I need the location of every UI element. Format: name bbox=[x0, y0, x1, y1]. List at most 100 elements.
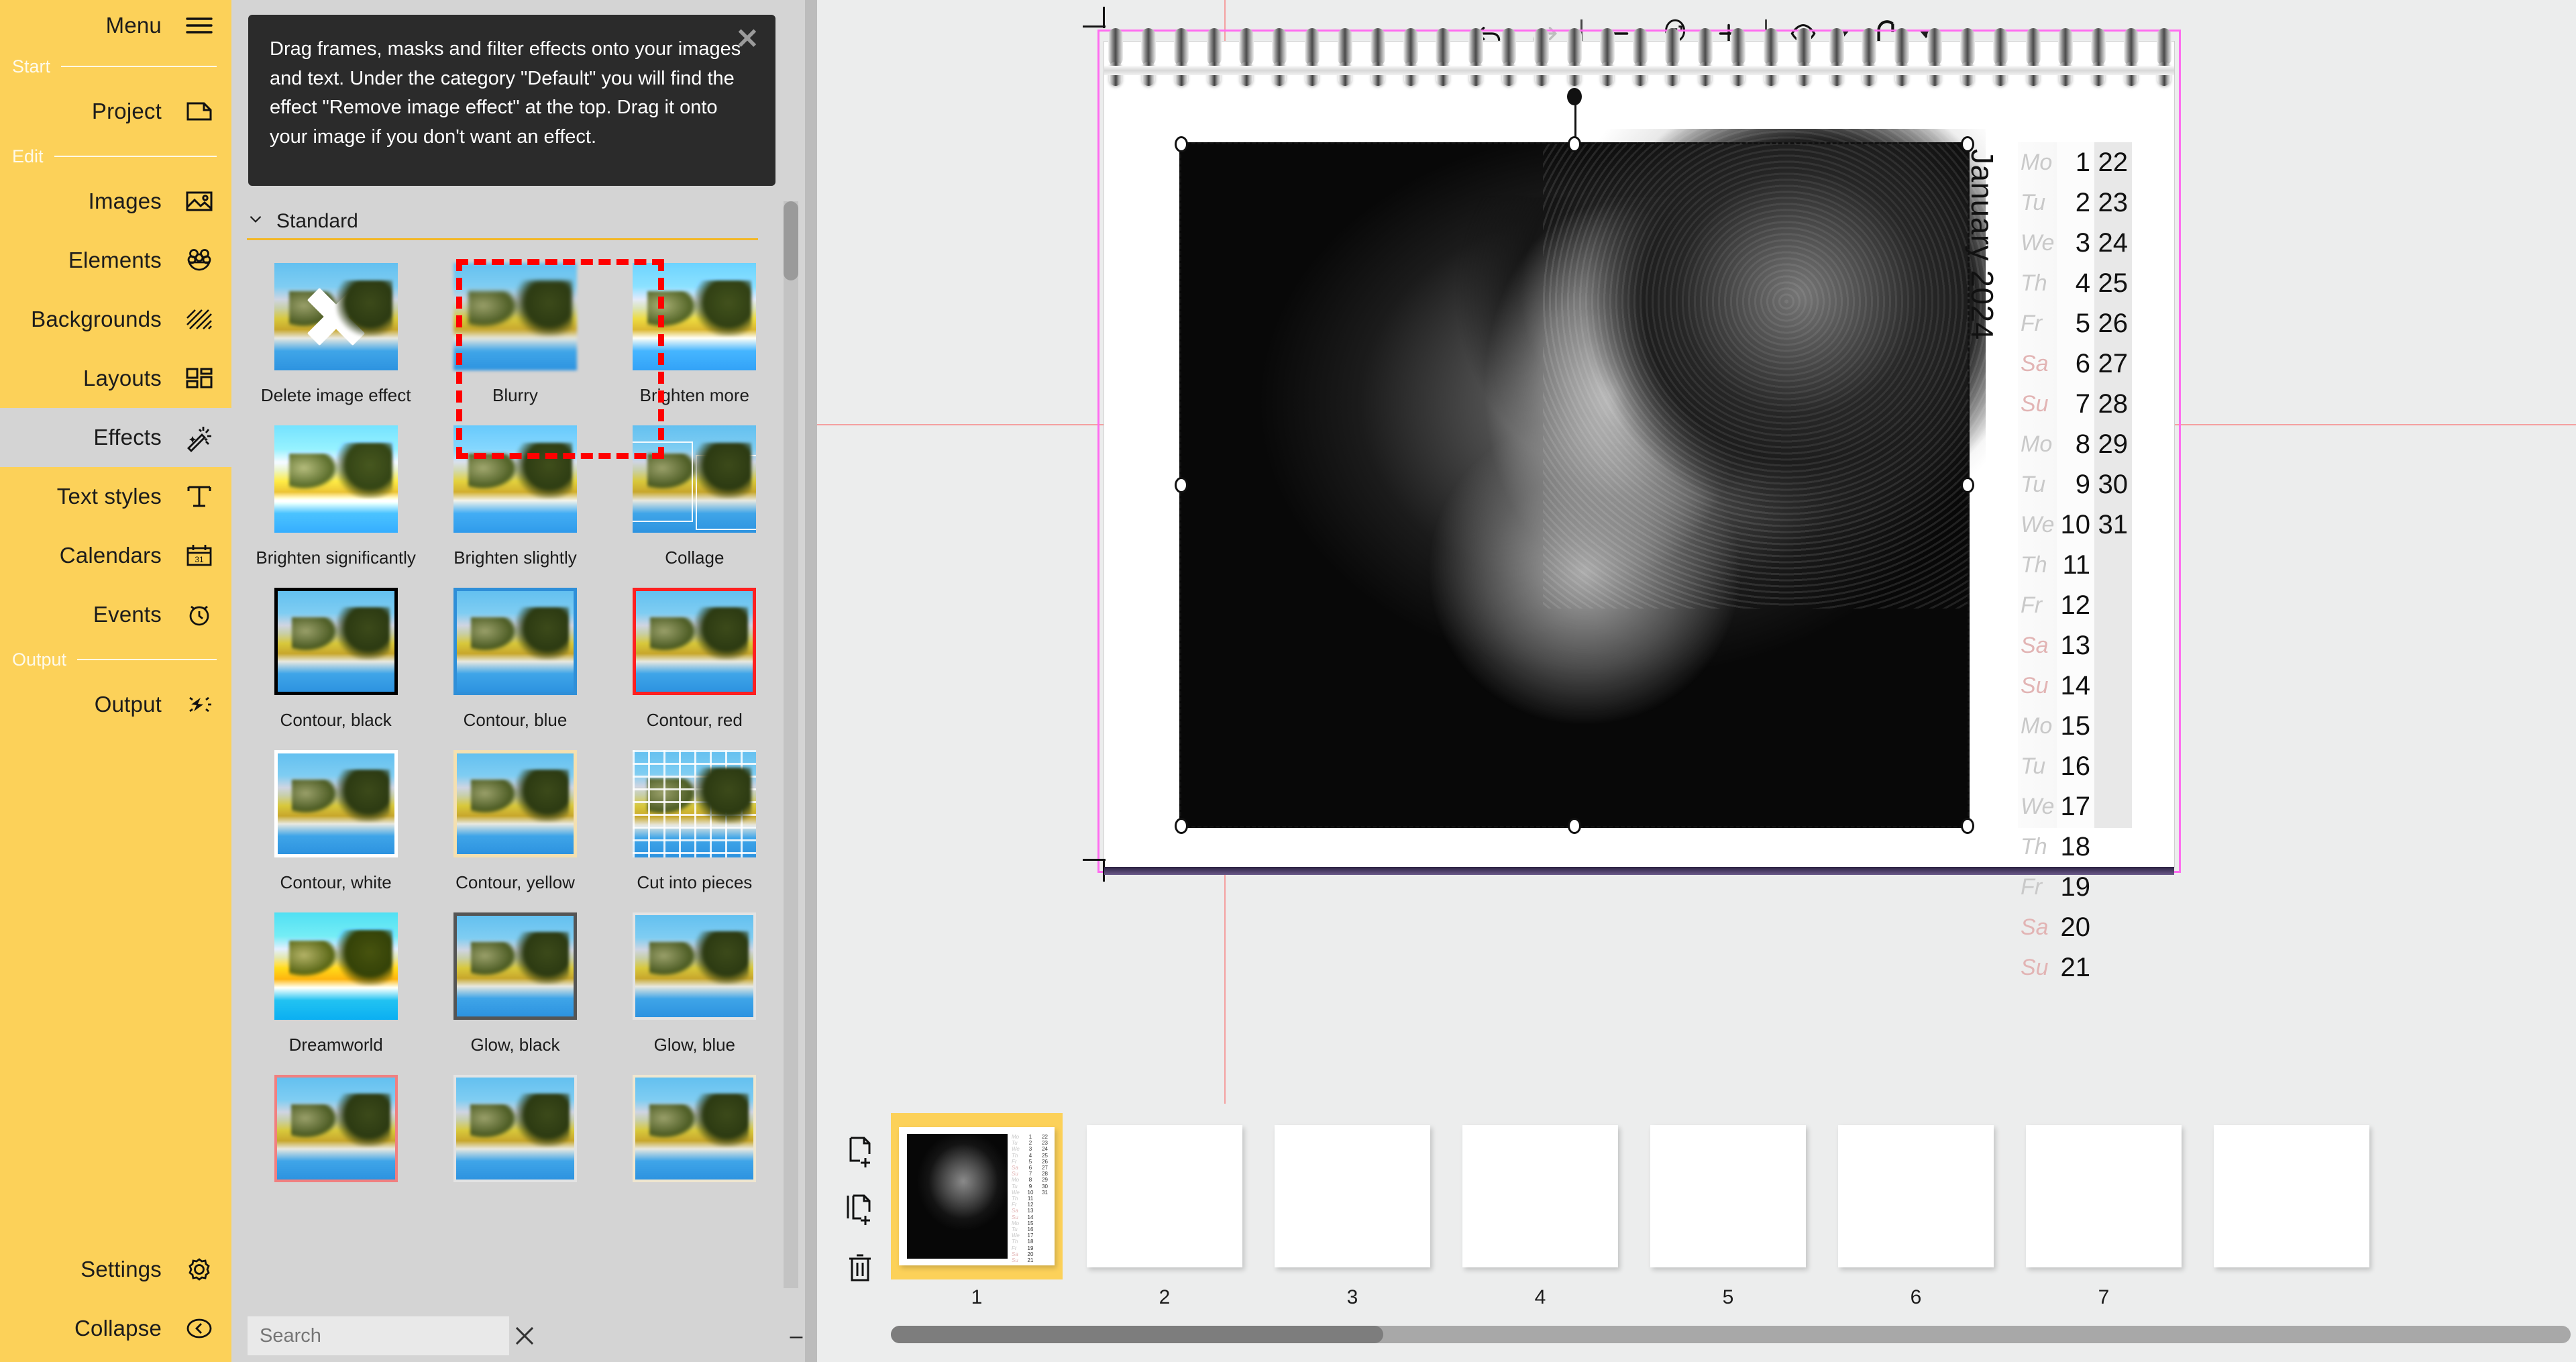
page-thumb-4[interactable]: 4 bbox=[1454, 1113, 1626, 1314]
sidebar-item-calendars[interactable]: Calendars 31 bbox=[0, 526, 231, 585]
flower-icon bbox=[182, 243, 217, 278]
canvas-area: January 2024 MoTuWeThFrSaSuMoTuWeThFrSaS… bbox=[817, 0, 2576, 1104]
calendar-day: 6 bbox=[2057, 344, 2094, 384]
effect-item-blurry[interactable]: Blurry bbox=[429, 260, 600, 423]
calendar-weekday: Th bbox=[2018, 545, 2057, 585]
effect-item-contour-yellow[interactable]: Contour, yellow bbox=[429, 747, 600, 910]
effects-scrollbar-thumb[interactable] bbox=[784, 201, 798, 280]
calendar-page-canvas[interactable]: January 2024 MoTuWeThFrSaSuMoTuWeThFrSaS… bbox=[1104, 42, 2174, 417]
effect-item-brighten-slightly[interactable]: Brighten slightly bbox=[429, 423, 600, 585]
resize-handle-top-center[interactable] bbox=[1568, 136, 1581, 152]
sidebar-item-events[interactable]: Events bbox=[0, 585, 231, 644]
effect-item-brighten-more[interactable]: Brighten more bbox=[609, 260, 780, 423]
effect-item-row6-b[interactable] bbox=[429, 1072, 600, 1235]
sidebar-item-output[interactable]: Output bbox=[0, 675, 231, 734]
page-mini-photo bbox=[907, 1134, 1008, 1259]
page-frame bbox=[1454, 1113, 1626, 1279]
resize-handle-top-left[interactable] bbox=[1175, 136, 1188, 152]
text-style-icon bbox=[182, 479, 217, 514]
effect-item-cut-into-pieces[interactable]: Cut into pieces bbox=[609, 747, 780, 910]
resize-handle-bottom-center[interactable] bbox=[1568, 818, 1581, 834]
page-thumb-5[interactable]: 5 bbox=[1642, 1113, 1814, 1314]
page-thumb-8[interactable] bbox=[2206, 1113, 2377, 1314]
effect-item-row6-a[interactable] bbox=[250, 1072, 421, 1235]
calendar-block[interactable]: January 2024 MoTuWeThFrSaSuMoTuWeThFrSaS… bbox=[1971, 142, 2132, 828]
effect-item-glow-blue[interactable]: Glow, blue bbox=[609, 910, 780, 1072]
effect-item-contour-black[interactable]: Contour, black bbox=[250, 585, 421, 747]
effect-item-glow-black[interactable]: Glow, black bbox=[429, 910, 600, 1072]
effect-item-collage[interactable]: Collage bbox=[609, 423, 780, 585]
calendar-day: 18 bbox=[2057, 827, 2094, 867]
page-plus-icon[interactable] bbox=[836, 1124, 884, 1182]
calendar-day: 5 bbox=[2057, 303, 2094, 344]
close-icon[interactable]: ✕ bbox=[734, 27, 761, 54]
sidebar-item-images[interactable]: Images bbox=[0, 172, 231, 231]
effect-thumbnail bbox=[274, 588, 398, 695]
sidebar-item-collapse[interactable]: Collapse bbox=[0, 1299, 231, 1358]
search-field-container[interactable] bbox=[248, 1316, 509, 1355]
effect-thumbnail bbox=[274, 912, 398, 1020]
panel-divider[interactable]: ‹ bbox=[805, 0, 817, 1362]
page-thumb-6[interactable]: 6 bbox=[1830, 1113, 2002, 1314]
effect-item-dreamworld[interactable]: Dreamworld bbox=[250, 910, 421, 1072]
page-thumb-1[interactable]: Mo122Tu223We324Th425Fr526Sa627Su728Mo829… bbox=[891, 1113, 1063, 1314]
calendar-weekday: Su bbox=[2018, 384, 2057, 424]
sidebar-item-elements[interactable]: Elements bbox=[0, 231, 231, 290]
effect-thumbnail bbox=[453, 588, 577, 695]
page-thumb-3[interactable]: 3 bbox=[1267, 1113, 1438, 1314]
calendar-day: 22 bbox=[2094, 142, 2132, 182]
effect-item-delete-image-effect[interactable]: Delete image effect bbox=[250, 260, 421, 423]
crop-mark-top-left bbox=[1083, 25, 1106, 28]
sidebar-item-settings[interactable]: Settings bbox=[0, 1240, 231, 1299]
sidebar-item-project[interactable]: Project bbox=[0, 82, 231, 141]
page-copy-plus-icon[interactable] bbox=[836, 1182, 884, 1239]
page-thumb-7[interactable]: 7 bbox=[2018, 1113, 2190, 1314]
calendar-day: 13 bbox=[2057, 625, 2094, 666]
collage-tile bbox=[633, 441, 693, 522]
delete-x-icon bbox=[304, 284, 368, 349]
calendar-day: 8 bbox=[2057, 424, 2094, 464]
mini-calendar-row: Fr12 bbox=[1012, 1202, 1048, 1208]
sidebar-item-layouts[interactable]: Layouts bbox=[0, 349, 231, 408]
calendar-day: 20 bbox=[2057, 907, 2094, 947]
effect-item-contour-white[interactable]: Contour, white bbox=[250, 747, 421, 910]
resize-handle-bottom-left[interactable] bbox=[1175, 818, 1188, 834]
effects-scrollbar-track[interactable] bbox=[784, 201, 798, 1288]
page-thumb-2[interactable]: 2 bbox=[1079, 1113, 1250, 1314]
effect-item-contour-red[interactable]: Contour, red bbox=[609, 585, 780, 747]
page-thumbnail-strip: Mo122Tu223We324Th425Fr526Sa627Su728Mo829… bbox=[817, 1104, 2576, 1362]
mini-calendar-row: Su14 bbox=[1012, 1214, 1048, 1220]
calendar-day bbox=[2094, 585, 2132, 625]
page-bottom-edge bbox=[1104, 867, 2174, 875]
clear-x-icon[interactable] bbox=[513, 1324, 537, 1348]
effect-item-row6-c[interactable] bbox=[609, 1072, 780, 1235]
resize-handle-mid-left[interactable] bbox=[1175, 477, 1188, 493]
page-tools bbox=[836, 1124, 884, 1297]
sidebar-item-backgrounds[interactable]: Backgrounds bbox=[0, 290, 231, 349]
effect-thumbnail bbox=[453, 1075, 577, 1182]
minus-icon[interactable]: – bbox=[788, 1323, 804, 1349]
mini-calendar-row: Th18 bbox=[1012, 1239, 1048, 1245]
page-number: 2 bbox=[1079, 1286, 1250, 1309]
calendar-weekday: Tu bbox=[2018, 464, 2057, 505]
rotate-handle[interactable] bbox=[1567, 88, 1582, 105]
effect-item-brighten-significantly[interactable]: Brighten significantly bbox=[250, 423, 421, 585]
page-sheet-mini bbox=[2026, 1125, 2182, 1267]
effect-item-contour-blue[interactable]: Contour, blue bbox=[429, 585, 600, 747]
menu-button[interactable]: Menu bbox=[0, 0, 231, 51]
calendar-day: 25 bbox=[2094, 263, 2132, 303]
calendar-day: 4 bbox=[2057, 263, 2094, 303]
trash-icon[interactable] bbox=[836, 1239, 884, 1297]
strip-scrollbar-thumb[interactable] bbox=[891, 1326, 1383, 1343]
page-number: 5 bbox=[1642, 1286, 1814, 1309]
mini-calendar-row: Mo829 bbox=[1012, 1177, 1048, 1183]
photo-frame[interactable] bbox=[1179, 142, 1970, 828]
mini-calendar-row: Mo15 bbox=[1012, 1220, 1048, 1226]
sidebar-item-effects[interactable]: Effects bbox=[0, 408, 231, 467]
sidebar-item-text-styles[interactable]: Text styles bbox=[0, 467, 231, 526]
search-input[interactable] bbox=[260, 1325, 513, 1347]
calendar-weekday: Su bbox=[2018, 947, 2057, 988]
calendar-weekday: Tu bbox=[2018, 182, 2057, 223]
category-header-standard[interactable]: Standard bbox=[247, 210, 757, 233]
page-number: 4 bbox=[1454, 1286, 1626, 1309]
